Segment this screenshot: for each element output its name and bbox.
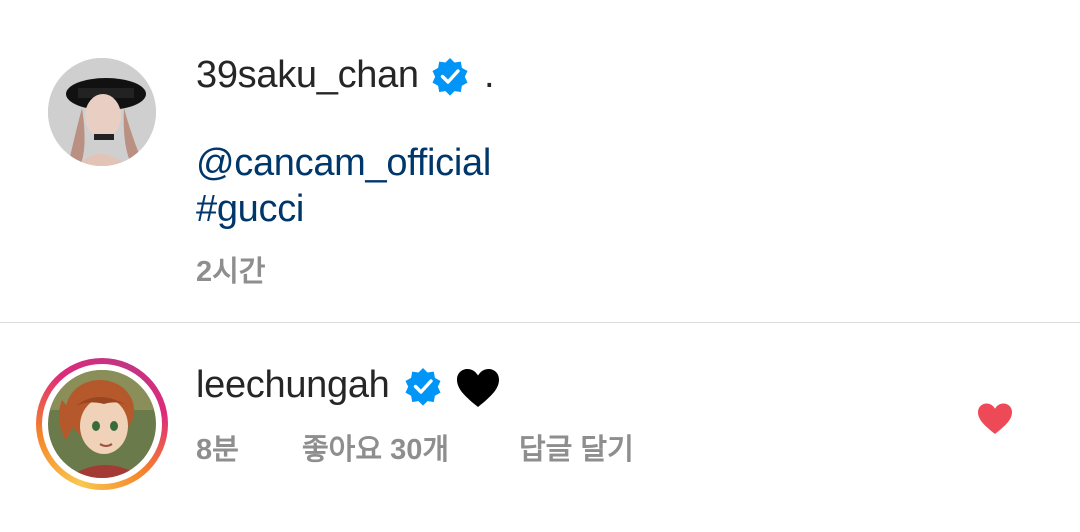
verified-badge-icon bbox=[432, 58, 468, 96]
post-timestamp: 2시간 bbox=[196, 256, 266, 288]
comment-likes-count[interactable]: 좋아요 30개 bbox=[302, 426, 449, 468]
reply-button[interactable]: 답글 달기 bbox=[519, 426, 634, 468]
caption-text: . bbox=[484, 54, 495, 96]
black-heart-emoji bbox=[457, 369, 499, 407]
caption-hashtag-link[interactable]: #gucci bbox=[196, 188, 304, 231]
divider bbox=[0, 322, 1080, 323]
heart-icon[interactable] bbox=[976, 402, 1014, 436]
comment-timestamp: 8분 bbox=[196, 434, 239, 466]
post-author-username[interactable]: 39saku_chan bbox=[196, 54, 419, 97]
post-author-avatar[interactable] bbox=[48, 58, 156, 166]
commenter-avatar[interactable] bbox=[42, 364, 162, 484]
commenter-username[interactable]: leechungah bbox=[196, 364, 390, 407]
caption-mention-link[interactable]: @cancam_official bbox=[196, 142, 491, 185]
verified-badge-icon bbox=[405, 368, 441, 406]
